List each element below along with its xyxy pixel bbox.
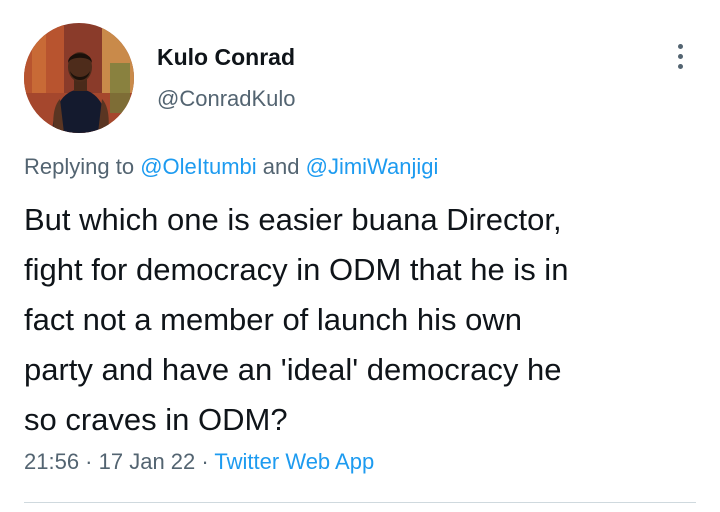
avatar[interactable] — [24, 23, 134, 133]
mention-link-oleitumbi[interactable]: @OleItumbi — [140, 154, 256, 179]
tweet-metadata: 21:56 · 17 Jan 22 · Twitter Web App — [24, 449, 374, 475]
meta-separator: · — [195, 449, 215, 474]
more-vertical-icon — [677, 43, 683, 49]
more-options-button[interactable] — [666, 40, 694, 72]
reply-prefix: Replying to — [24, 154, 141, 179]
author-display-name[interactable]: Kulo Conrad — [157, 44, 295, 71]
tweet-date[interactable]: 17 Jan 22 — [99, 449, 196, 474]
divider — [24, 502, 696, 503]
more-vertical-icon-dot — [677, 63, 683, 69]
reply-conjunction: and — [256, 154, 306, 179]
meta-separator: · — [79, 449, 99, 474]
tweet-text: But which one is easier buana Director, … — [24, 202, 569, 437]
profile-photo-icon — [24, 23, 134, 133]
tweet-source-link[interactable]: Twitter Web App — [214, 449, 374, 474]
author-handle[interactable]: @ConradKulo — [157, 86, 296, 112]
reply-context: Replying to @OleItumbi and @JimiWanjigi — [24, 154, 438, 180]
mention-link-jimiwanjigi[interactable]: @JimiWanjigi — [306, 154, 439, 179]
tweet-time[interactable]: 21:56 — [24, 449, 79, 474]
more-vertical-icon-dot — [677, 53, 683, 59]
tweet-card: Kulo Conrad @ConradKulo Replying to @Ole… — [0, 0, 720, 512]
